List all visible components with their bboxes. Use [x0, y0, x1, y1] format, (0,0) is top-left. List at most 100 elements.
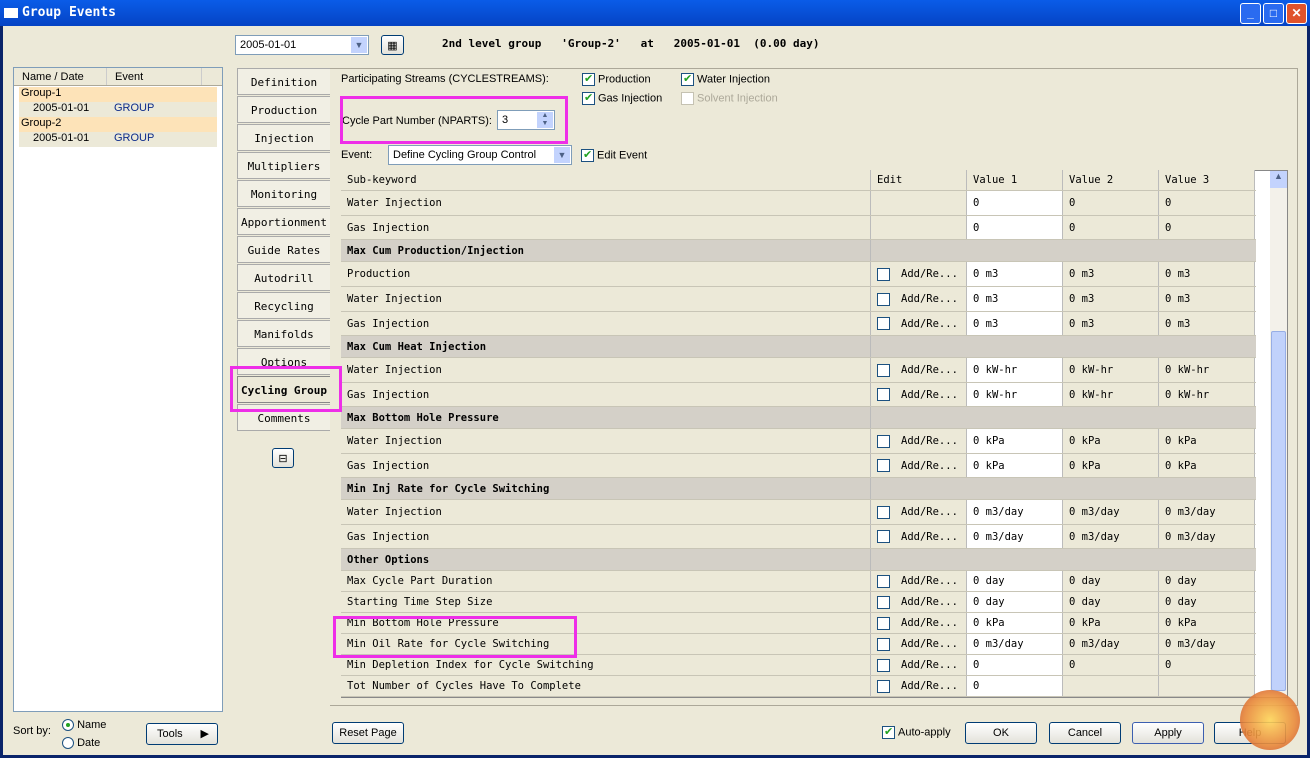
- value-cell[interactable]: 0 kW-hr: [967, 383, 1063, 406]
- vertical-scrollbar[interactable]: ▲: [1270, 171, 1287, 697]
- value-cell[interactable]: 0 m3: [1159, 312, 1255, 335]
- column-header[interactable]: Value 3: [1159, 170, 1255, 190]
- calendar-button[interactable]: ▦: [381, 35, 404, 55]
- checkbox-icon[interactable]: [877, 595, 890, 609]
- value-cell[interactable]: 0 kW-hr: [967, 358, 1063, 382]
- value-cell[interactable]: 0 day: [1063, 592, 1159, 612]
- value-cell[interactable]: [1063, 676, 1159, 696]
- tools-button[interactable]: Tools ▶: [146, 723, 218, 745]
- value-cell[interactable]: 0 kW-hr: [1063, 358, 1159, 382]
- edit-cell[interactable]: Add/Re...: [871, 500, 967, 524]
- value-cell[interactable]: 0: [1159, 655, 1255, 675]
- column-header[interactable]: Sub-keyword: [341, 170, 871, 190]
- value-cell[interactable]: 0 kPa: [1159, 454, 1255, 477]
- column-name-date[interactable]: Name / Date: [14, 68, 107, 85]
- value-cell[interactable]: 0 day: [1159, 571, 1255, 591]
- value-cell[interactable]: 0 kW-hr: [1063, 383, 1159, 406]
- value-cell[interactable]: 0: [967, 655, 1063, 675]
- checkbox-icon[interactable]: [877, 616, 890, 630]
- edit-cell[interactable]: Add/Re...: [871, 454, 967, 477]
- edit-cell[interactable]: Add/Re...: [871, 287, 967, 311]
- value-cell[interactable]: 0 m3/day: [1159, 500, 1255, 524]
- value-cell[interactable]: 0 kPa: [1063, 454, 1159, 477]
- event-select[interactable]: Define Cycling Group Control ▼: [388, 145, 572, 165]
- checkbox-icon[interactable]: [877, 530, 890, 543]
- edit-cell[interactable]: Add/Re...: [871, 613, 967, 633]
- scrollbar-thumb[interactable]: [1271, 331, 1286, 691]
- production-checkbox[interactable]: Production: [582, 72, 651, 86]
- value-cell[interactable]: 0 m3/day: [1063, 525, 1159, 548]
- value-cell[interactable]: 0 m3: [1063, 312, 1159, 335]
- value-cell[interactable]: 0 m3/day: [967, 500, 1063, 524]
- value-cell[interactable]: 0: [967, 216, 1063, 239]
- value-cell[interactable]: 0 kPa: [1063, 429, 1159, 453]
- sort-date-radio[interactable]: Date: [62, 737, 100, 750]
- column-header[interactable]: Value 2: [1063, 170, 1159, 190]
- value-cell[interactable]: 0 kW-hr: [1159, 358, 1255, 382]
- checkbox-icon[interactable]: [877, 679, 890, 693]
- edit-cell[interactable]: Add/Re...: [871, 634, 967, 654]
- edit-cell[interactable]: Add/Re...: [871, 312, 967, 335]
- value-cell[interactable]: 0: [1063, 216, 1159, 239]
- reset-page-button[interactable]: Reset Page: [332, 722, 404, 744]
- ok-button[interactable]: OK: [965, 722, 1037, 744]
- column-event[interactable]: Event: [107, 68, 202, 85]
- edit-cell[interactable]: Add/Re...: [871, 676, 967, 696]
- value-cell[interactable]: 0 kPa: [967, 454, 1063, 477]
- value-cell[interactable]: 0 m3/day: [967, 525, 1063, 548]
- value-cell[interactable]: 0 kPa: [967, 613, 1063, 633]
- edit-cell[interactable]: Add/Re...: [871, 655, 967, 675]
- value-cell[interactable]: 0 day: [1159, 592, 1255, 612]
- cancel-button[interactable]: Cancel: [1049, 722, 1121, 744]
- tree-group-item[interactable]: Group-2: [19, 117, 217, 132]
- value-cell[interactable]: 0 m3: [967, 287, 1063, 311]
- tab-multipliers[interactable]: Multipliers: [237, 152, 330, 179]
- edit-cell[interactable]: Add/Re...: [871, 358, 967, 382]
- edit-cell[interactable]: Add/Re...: [871, 592, 967, 612]
- edit-cell[interactable]: Add/Re...: [871, 525, 967, 548]
- maximize-button[interactable]: □: [1263, 3, 1284, 24]
- minimize-button[interactable]: _: [1240, 3, 1261, 24]
- value-cell[interactable]: 0 m3/day: [1063, 500, 1159, 524]
- value-cell[interactable]: 0: [1063, 655, 1159, 675]
- tab-production[interactable]: Production: [237, 96, 330, 123]
- tab-guide-rates[interactable]: Guide Rates: [237, 236, 330, 263]
- apply-button[interactable]: Apply: [1132, 722, 1204, 744]
- value-cell[interactable]: 0: [967, 676, 1063, 696]
- value-cell[interactable]: 0 kPa: [1159, 613, 1255, 633]
- value-cell[interactable]: 0 m3/day: [967, 634, 1063, 654]
- gas-injection-checkbox[interactable]: Gas Injection: [582, 91, 662, 105]
- checkbox-icon[interactable]: [877, 317, 890, 330]
- water-injection-checkbox[interactable]: Water Injection: [681, 72, 770, 86]
- value-cell[interactable]: 0 m3: [1159, 287, 1255, 311]
- value-cell[interactable]: 0: [967, 191, 1063, 215]
- checkbox-icon[interactable]: [877, 267, 890, 281]
- edit-event-checkbox[interactable]: Edit Event: [581, 148, 647, 162]
- column-header[interactable]: Value 1: [967, 170, 1063, 190]
- date-select[interactable]: 2005-01-01 ▼: [235, 35, 369, 55]
- pin-button[interactable]: ⊟: [272, 448, 294, 468]
- checkbox-icon[interactable]: [877, 292, 890, 306]
- value-cell[interactable]: 0 kPa: [1159, 429, 1255, 453]
- value-cell[interactable]: 0 m3: [967, 262, 1063, 286]
- value-cell[interactable]: 0 kPa: [1063, 613, 1159, 633]
- checkbox-icon[interactable]: [877, 363, 890, 377]
- checkbox-icon[interactable]: [877, 637, 890, 651]
- close-button[interactable]: ✕: [1286, 3, 1307, 24]
- column-header[interactable]: Edit: [871, 170, 967, 190]
- edit-cell[interactable]: Add/Re...: [871, 571, 967, 591]
- value-cell[interactable]: 0 m3: [1159, 262, 1255, 286]
- value-cell[interactable]: 0 m3/day: [1159, 634, 1255, 654]
- checkbox-icon[interactable]: [877, 505, 890, 519]
- value-cell[interactable]: 0 day: [967, 571, 1063, 591]
- edit-cell[interactable]: Add/Re...: [871, 383, 967, 406]
- sort-name-radio[interactable]: Name: [62, 719, 106, 732]
- tree-event-item[interactable]: 2005-01-01 GROUP: [19, 132, 217, 147]
- checkbox-icon[interactable]: [877, 434, 890, 448]
- tab-apportionment[interactable]: Apportionment: [237, 208, 330, 235]
- value-cell[interactable]: 0 day: [967, 592, 1063, 612]
- value-cell[interactable]: 0 kW-hr: [1159, 383, 1255, 406]
- value-cell[interactable]: 0 m3: [1063, 262, 1159, 286]
- tab-autodrill[interactable]: Autodrill: [237, 264, 330, 291]
- tree-group-item[interactable]: Group-1: [19, 87, 217, 102]
